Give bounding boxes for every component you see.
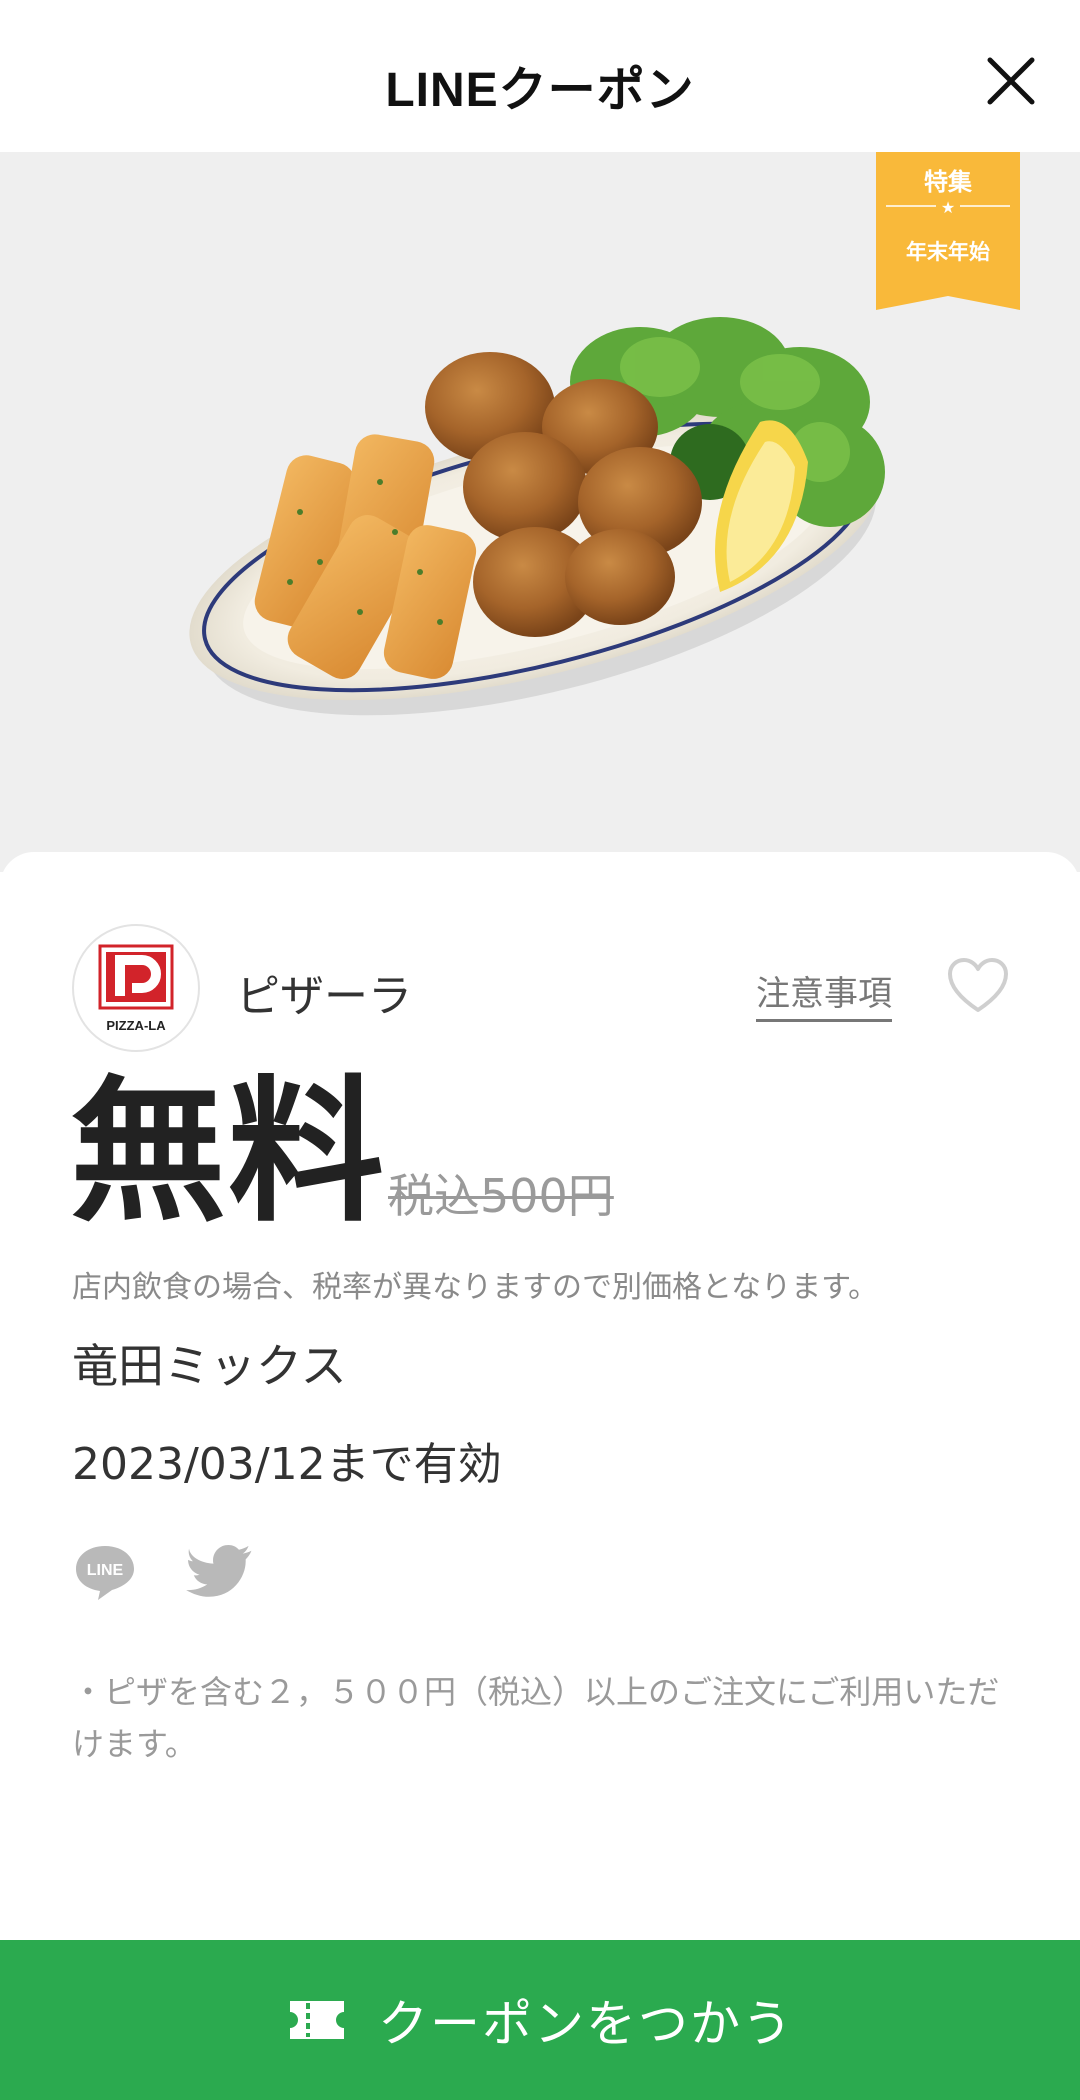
logo-text: PIZZA-LA [106, 1018, 166, 1033]
ribbon-label-bottom: 年末年始 [906, 240, 990, 264]
coupon-price: 無料 [70, 1061, 386, 1243]
twitter-icon [186, 1544, 252, 1597]
validity-date: 2023/03/12まで有効 [72, 1439, 502, 1490]
original-price: 税込500円 [388, 1169, 614, 1223]
heart-icon [948, 958, 1008, 1012]
line-share-label: LINE [87, 1562, 124, 1579]
brand-logo[interactable]: PIZZA-LA [72, 924, 200, 1052]
item-name: 竜田ミックス [72, 1339, 347, 1393]
usage-condition: ・ピザを含む２，５００円（税込）以上のご注文にご利用いただけます。 [72, 1673, 1000, 1763]
feature-ribbon: 特集 ★ 年末年始 [876, 152, 1020, 310]
share-twitter-button[interactable] [186, 1544, 252, 1602]
close-button[interactable] [980, 52, 1040, 112]
close-icon [987, 57, 1035, 105]
tax-note: 店内飲食の場合、税率が異なりますので別価格となります。 [72, 1270, 879, 1305]
favorite-button[interactable] [946, 956, 1010, 1016]
use-coupon-button[interactable]: クーポンをつかう [0, 1940, 1080, 2100]
ribbon-label-top: 特集 [924, 168, 972, 196]
ticket-icon [290, 2001, 344, 2039]
app-header: LINEクーポン [0, 0, 1080, 152]
header-title: LINEクーポン [385, 64, 695, 117]
brand-name: ピザーラ [236, 971, 412, 1022]
share-line-button[interactable]: LINE [72, 1542, 138, 1604]
star-icon: ★ [940, 198, 956, 217]
coupon-card: PIZZA-LA ピザーラ 注意事項 無料 税込500円 店内飲食の場合、税率が… [0, 852, 1080, 1952]
line-share-icon: LINE [76, 1546, 134, 1600]
use-coupon-label: クーポンをつかう [378, 1995, 794, 2053]
notes-link[interactable]: 注意事項 [756, 966, 892, 1022]
